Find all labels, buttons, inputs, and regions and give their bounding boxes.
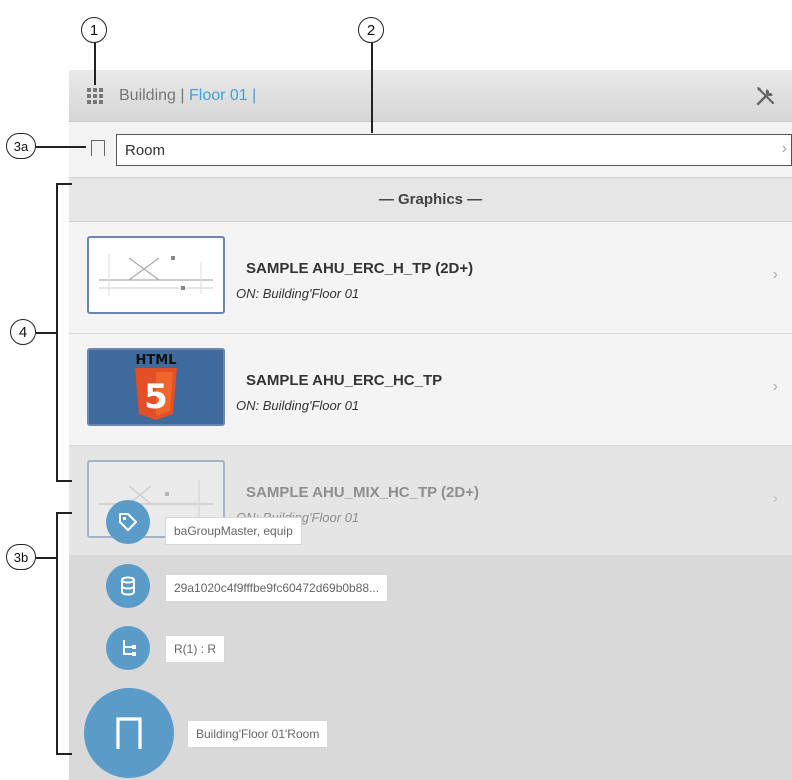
graphic-location: ON: Building'Floor 01 <box>236 286 360 301</box>
graphic-title: SAMPLE AHU_ERC_HC_TP <box>246 372 443 389</box>
relation-label: R(1) : R <box>165 635 225 663</box>
graphic-title: SAMPLE AHU_ERC_H_TP (2D+) <box>246 260 474 277</box>
database-button[interactable] <box>106 564 150 608</box>
svg-text:5: 5 <box>144 377 168 417</box>
chevron-right-icon: › <box>772 490 778 507</box>
breadcrumb-trail: | <box>247 87 257 104</box>
callout-3a-leader <box>36 146 86 148</box>
breadcrumb-root[interactable]: Building <box>119 87 176 104</box>
room-icon <box>91 140 105 156</box>
schematic-preview-icon <box>99 254 213 296</box>
graphics-section-header: — Graphics — <box>69 178 792 222</box>
header-bar: Building | Floor 01 | <box>69 70 792 122</box>
chevron-right-icon: › <box>772 266 778 283</box>
callout-3b-bracket-bottom <box>56 753 72 755</box>
callout-3b-bracket-top <box>56 512 72 514</box>
callout-1: 1 <box>81 17 107 43</box>
callout-4-bracket <box>56 183 58 481</box>
graphic-thumbnail: HTML 5 <box>87 348 225 426</box>
location-path-label: Building'Floor 01'Room <box>187 720 329 748</box>
selection-row: Room › <box>69 122 792 178</box>
object-id-label: 29a1020c4f9fffbe9fc60472d69b0b88... <box>165 574 389 602</box>
breadcrumb: Building | Floor 01 | <box>119 87 256 105</box>
graphic-location: ON: Building'Floor 01 <box>236 398 360 413</box>
grid-icon[interactable] <box>87 88 103 104</box>
callout-4: 4 <box>10 319 36 345</box>
callout-2-leader <box>371 43 373 133</box>
chevron-right-icon: › <box>772 378 778 395</box>
tools-icon[interactable] <box>754 84 778 108</box>
graphics-panel: Building | Floor 01 | Room › — Graphics … <box>69 70 792 780</box>
tag-icon <box>119 513 137 531</box>
graphic-title: SAMPLE AHU_MIX_HC_TP (2D+) <box>246 484 479 501</box>
callout-1-leader <box>94 43 96 85</box>
callout-3b: 3b <box>6 544 36 570</box>
chevron-right-icon: › <box>781 140 787 157</box>
graphic-list-item[interactable]: HTML 5 SAMPLE AHU_ERC_HC_TP ON: Building… <box>69 334 792 446</box>
graphic-list-item[interactable]: SAMPLE AHU_ERC_H_TP (2D+) ON: Building'F… <box>69 222 792 334</box>
main-fab-button[interactable] <box>84 688 174 778</box>
breadcrumb-separator: | <box>175 87 189 104</box>
room-icon <box>116 717 142 749</box>
svg-text:HTML: HTML <box>136 353 177 368</box>
callout-4-leader <box>36 332 56 334</box>
room-selector-value: Room <box>125 142 166 159</box>
room-selector[interactable]: Room › <box>116 134 792 166</box>
database-icon <box>121 576 135 596</box>
breadcrumb-current[interactable]: Floor 01 <box>189 87 248 104</box>
callout-3a: 3a <box>6 133 36 159</box>
hierarchy-icon <box>123 640 136 656</box>
tag-button[interactable] <box>106 500 150 544</box>
callout-3b-bracket <box>56 512 58 754</box>
tag-label: baGroupMaster, equip <box>165 517 302 545</box>
callout-3b-leader <box>36 557 56 559</box>
callout-4-bracket-bottom <box>56 480 72 482</box>
relation-button[interactable] <box>106 626 150 670</box>
graphic-thumbnail <box>87 236 225 314</box>
callout-2: 2 <box>358 17 384 43</box>
html5-logo-icon: HTML 5 <box>135 353 177 420</box>
callout-4-bracket-top <box>56 183 72 185</box>
